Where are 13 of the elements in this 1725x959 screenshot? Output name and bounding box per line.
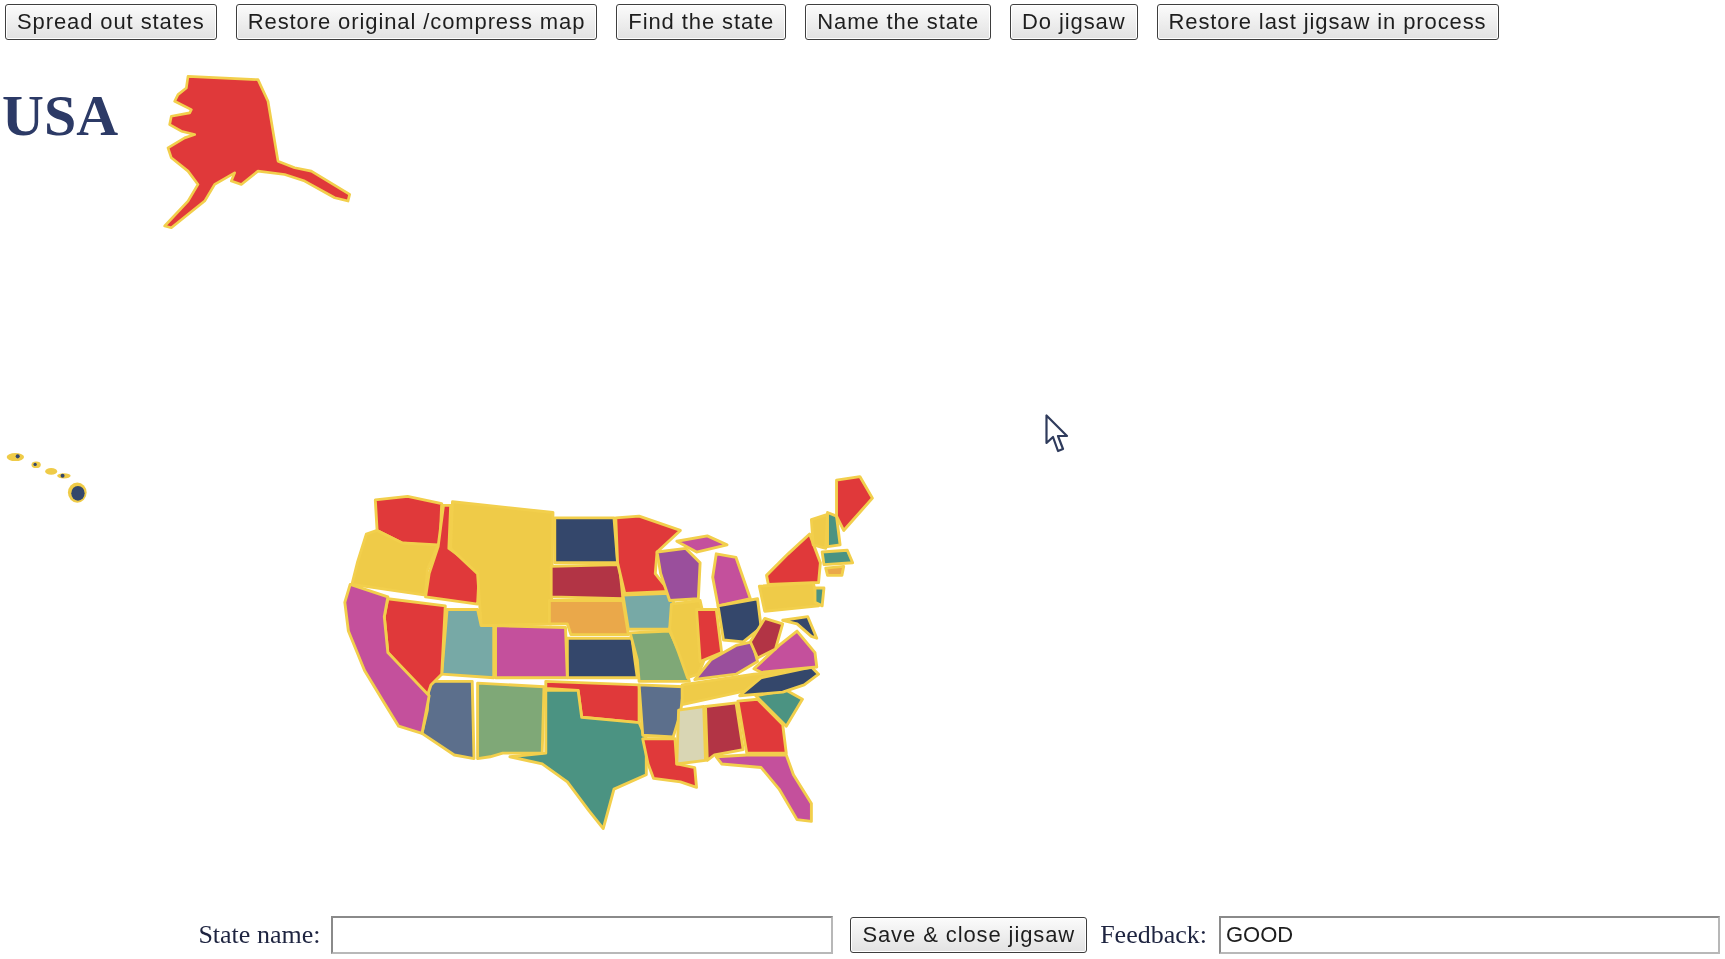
toolbar-button[interactable]: Do jigsaw	[1010, 4, 1138, 40]
cursor-icon	[1045, 414, 1069, 454]
toolbar-button[interactable]: Name the state	[805, 4, 992, 40]
state-name-label: State name:	[198, 920, 321, 950]
feedback-field[interactable]: GOOD	[1219, 916, 1720, 954]
feedback-label: Feedback:	[1100, 920, 1207, 950]
save-close-button[interactable]: Save & close jigsaw	[850, 917, 1088, 953]
toolbar-button[interactable]: Restore last jigsaw in process	[1156, 4, 1499, 40]
toolbar-button[interactable]: Restore original /compress map	[235, 4, 598, 40]
state-name-input[interactable]	[331, 916, 834, 954]
page-title: USA	[2, 87, 119, 145]
toolbar-button[interactable]: Find the state	[616, 4, 787, 40]
toolbar-button[interactable]: Spread out states	[5, 4, 217, 40]
